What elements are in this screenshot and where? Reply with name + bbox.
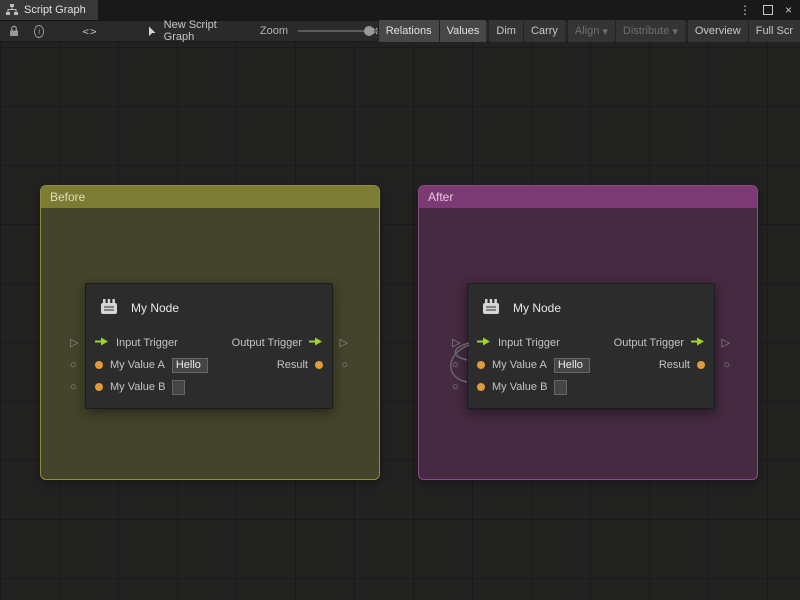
group-before[interactable]: Before My Node (40, 185, 380, 480)
output-trigger-port[interactable]: ▷ (722, 338, 730, 349)
result-port[interactable]: ○ (723, 360, 730, 371)
value-b-row: My Value B (86, 376, 332, 398)
value-dot-icon[interactable] (95, 361, 103, 369)
tab-script-graph[interactable]: Script Graph (0, 0, 98, 20)
value-b-port[interactable]: ○ (70, 382, 77, 393)
value-b-input[interactable] (172, 380, 185, 395)
zoom-slider-thumb[interactable] (364, 26, 374, 36)
kebab-menu-icon[interactable]: ⋮ (739, 3, 751, 17)
value-dot-icon[interactable] (477, 383, 485, 391)
output-trigger-label: Output Trigger (614, 337, 684, 349)
my-node-after[interactable]: My Node Input Trigger Output Trigger (467, 283, 715, 409)
info-icon[interactable]: i (34, 25, 44, 38)
input-trigger-label: Input Trigger (116, 337, 178, 349)
group-after-header[interactable]: After (419, 186, 757, 208)
value-a-label: My Value A (110, 359, 165, 371)
code-view-icon[interactable]: <> (82, 25, 97, 38)
carry-button[interactable]: Carry (523, 20, 565, 42)
node-header[interactable]: My Node (468, 284, 714, 332)
value-a-port[interactable]: ○ (70, 360, 77, 371)
fullscreen-button[interactable]: Full Scr (748, 20, 800, 42)
group-before-header[interactable]: Before (41, 186, 379, 208)
chevron-down-icon: ▾ (672, 25, 678, 38)
value-dot-icon[interactable] (95, 383, 103, 391)
node-title: My Node (513, 301, 561, 315)
output-trigger-port[interactable]: ▷ (340, 338, 348, 349)
value-b-label: My Value B (492, 381, 547, 393)
result-label: Result (277, 359, 308, 371)
value-b-port[interactable]: ○ (452, 382, 459, 393)
my-node-icon (480, 296, 502, 321)
zoom-label: Zoom (260, 25, 288, 37)
result-port[interactable]: ○ (341, 360, 348, 371)
trigger-row: Input Trigger Output Trigger (86, 332, 332, 354)
distribute-button: Distribute ▾ (615, 20, 685, 42)
flow-arrow-icon[interactable] (691, 337, 705, 349)
lock-icon[interactable] (8, 25, 20, 37)
values-button[interactable]: Values (439, 20, 487, 42)
value-b-row: My Value B (468, 376, 714, 398)
my-node-icon (98, 296, 120, 321)
script-graph-window: Script Graph ⋮ × i <> New Script Graph Z… (0, 0, 800, 600)
trigger-row: Input Trigger Output Trigger (468, 332, 714, 354)
value-a-input[interactable]: Hello (172, 358, 208, 373)
align-button: Align ▾ (567, 20, 615, 42)
graph-canvas[interactable]: Before My Node (0, 42, 800, 600)
value-a-port[interactable]: ○ (452, 360, 459, 371)
script-graph-icon (6, 4, 18, 16)
value-a-row: My Value A Hello Result (468, 354, 714, 376)
flow-arrow-icon[interactable] (309, 337, 323, 349)
value-a-label: My Value A (492, 359, 547, 371)
result-label: Result (659, 359, 690, 371)
tab-title: Script Graph (24, 4, 86, 16)
graph-pointer-icon (146, 25, 158, 37)
dim-button[interactable]: Dim (488, 20, 523, 42)
my-node-before[interactable]: My Node Input Trigger Output Trigger (85, 283, 333, 409)
value-dot-icon[interactable] (697, 361, 705, 369)
flow-arrow-icon[interactable] (95, 337, 109, 349)
input-trigger-port[interactable]: ▷ (452, 338, 460, 349)
relations-button[interactable]: Relations (378, 20, 439, 42)
node-title: My Node (131, 301, 179, 315)
chevron-down-icon: ▾ (602, 25, 608, 38)
graph-toolbar: i <> New Script Graph Zoom 1x Relations … (0, 20, 800, 42)
value-a-row: My Value A Hello Result (86, 354, 332, 376)
input-trigger-port[interactable]: ▷ (70, 338, 78, 349)
toolbar-buttons: Relations Values Dim Carry Align ▾ Distr… (378, 20, 800, 42)
zoom-slider[interactable] (298, 25, 359, 37)
node-header[interactable]: My Node (86, 284, 332, 332)
value-dot-icon[interactable] (315, 361, 323, 369)
close-icon[interactable]: × (785, 3, 792, 17)
group-title: Before (50, 190, 85, 204)
value-b-input[interactable] (554, 380, 567, 395)
title-bar: Script Graph ⋮ × (0, 0, 800, 20)
value-dot-icon[interactable] (477, 361, 485, 369)
group-title: After (428, 190, 453, 204)
flow-arrow-icon[interactable] (477, 337, 491, 349)
graph-name-label[interactable]: New Script Graph (164, 19, 230, 43)
overview-button[interactable]: Overview (687, 20, 748, 42)
output-trigger-label: Output Trigger (232, 337, 302, 349)
input-trigger-label: Input Trigger (498, 337, 560, 349)
group-after[interactable]: After (418, 185, 758, 480)
value-b-label: My Value B (110, 381, 165, 393)
maximize-icon[interactable] (763, 5, 773, 15)
value-a-input[interactable]: Hello (554, 358, 590, 373)
